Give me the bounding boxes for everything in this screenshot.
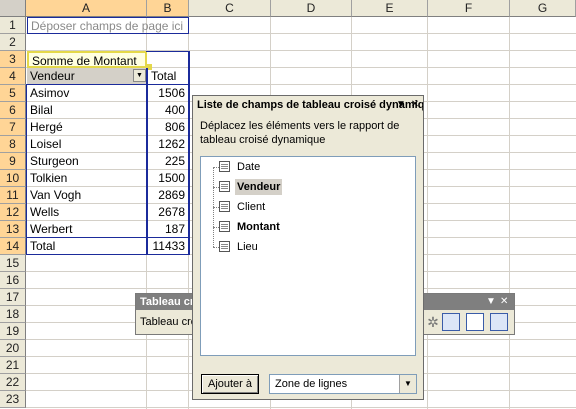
grand-total-value[interactable]: 11433	[148, 238, 188, 254]
window-options-icon[interactable]: ▼	[395, 99, 407, 111]
show-field-list-icon[interactable]	[490, 313, 508, 331]
gridline	[509, 17, 510, 409]
row-header-14[interactable]: 14	[0, 238, 26, 255]
field-list-title[interactable]: Liste de champs de tableau croisé dynami…	[193, 96, 423, 114]
row-header-8[interactable]: 8	[0, 136, 26, 153]
gridline	[427, 17, 428, 409]
row-header-16[interactable]: 16	[0, 272, 26, 289]
field-label: Client	[237, 201, 266, 213]
pivot-border	[146, 51, 190, 52]
seller-name[interactable]: Wells	[27, 204, 146, 220]
column-header-e[interactable]: E	[352, 0, 428, 17]
column-header-b[interactable]: B	[147, 0, 189, 17]
chevron-down-icon[interactable]: ▼	[399, 375, 416, 393]
row-header-10[interactable]: 10	[0, 170, 26, 187]
field-settings-icon[interactable]	[442, 313, 460, 331]
amount-cell[interactable]: 1262	[148, 136, 188, 152]
field-label: Date	[237, 161, 261, 173]
add-to-button[interactable]: Ajouter à	[201, 374, 259, 394]
close-icon[interactable]: ✕	[409, 99, 421, 111]
field-icon	[219, 221, 230, 232]
seller-name[interactable]: Hergé	[27, 119, 146, 135]
field-icon	[219, 181, 230, 192]
pivot-border	[146, 68, 148, 255]
row-header-23[interactable]: 23	[0, 391, 26, 408]
field-label: Montant	[237, 221, 280, 233]
field-tree[interactable]: Date Vendeur Client Montant Lieu	[200, 156, 416, 356]
row-header-2[interactable]: 2	[0, 34, 26, 51]
field-icon	[219, 241, 230, 252]
seller-name[interactable]: Bilal	[27, 102, 146, 118]
field-label: Vendeur	[235, 179, 283, 195]
amount-cell[interactable]: 187	[148, 221, 188, 237]
amount-cell[interactable]: 2678	[148, 204, 188, 220]
row-header-5[interactable]: 5	[0, 85, 26, 102]
pivot-border	[188, 51, 190, 255]
row-header-1[interactable]: 1	[0, 17, 26, 34]
seller-name[interactable]: Werbert	[27, 221, 146, 237]
column-header-g[interactable]: G	[510, 0, 576, 17]
row-header-15[interactable]: 15	[0, 255, 26, 272]
target-area-value: Zone de lignes	[275, 378, 348, 390]
amount-cell[interactable]: 225	[148, 153, 188, 169]
amount-cell[interactable]: 1500	[148, 170, 188, 186]
pivot-border	[146, 84, 190, 85]
pivot-border	[26, 84, 148, 85]
amount-cell[interactable]: 1506	[148, 85, 188, 101]
target-area-select[interactable]: Zone de lignes ▼	[269, 374, 417, 394]
seller-name[interactable]: Tolkien	[27, 170, 146, 186]
select-all-corner[interactable]	[0, 0, 26, 17]
hide-details-icon[interactable]	[466, 313, 484, 331]
row-field-vendeur[interactable]: Vendeur ▼	[27, 68, 147, 84]
column-header-d[interactable]: D	[271, 0, 352, 17]
pivot-border	[26, 84, 27, 255]
field-icon	[219, 201, 230, 212]
page-field-drop-zone[interactable]: Déposer champs de page ici	[27, 17, 189, 34]
row-header-21[interactable]: 21	[0, 357, 26, 374]
field-list-description: Déplacez les éléments vers le rapport de…	[200, 120, 400, 146]
row-header-7[interactable]: 7	[0, 119, 26, 136]
column-header-f[interactable]: F	[428, 0, 510, 17]
gridline	[26, 407, 576, 408]
amount-cell[interactable]: 806	[148, 119, 188, 135]
column-total-header: Total	[151, 69, 177, 83]
row-header-18[interactable]: 18	[0, 306, 26, 323]
row-header-9[interactable]: 9	[0, 153, 26, 170]
row-header-17[interactable]: 17	[0, 289, 26, 306]
column-header-c[interactable]: C	[189, 0, 271, 17]
pivot-field-list-window[interactable]: Liste de champs de tableau croisé dynami…	[192, 95, 424, 400]
toolbar-options-icon[interactable]: ▼	[486, 296, 496, 308]
seller-name[interactable]: Asimov	[27, 85, 146, 101]
pivot-border	[26, 254, 190, 255]
amount-cell[interactable]: 2869	[148, 187, 188, 203]
field-icon	[219, 161, 230, 172]
row-header-13[interactable]: 13	[0, 221, 26, 238]
row-header-11[interactable]: 11	[0, 187, 26, 204]
settings-icon[interactable]: ✲	[424, 313, 442, 331]
field-label: Lieu	[237, 241, 258, 253]
row-header-22[interactable]: 22	[0, 374, 26, 391]
seller-name[interactable]: Loisel	[27, 136, 146, 152]
pivot-border	[26, 237, 190, 238]
row-header-20[interactable]: 20	[0, 340, 26, 357]
close-icon[interactable]: ✕	[500, 296, 508, 308]
row-field-label: Vendeur	[30, 69, 75, 83]
dropdown-arrow-icon[interactable]: ▼	[133, 69, 146, 82]
row-header-4[interactable]: 4	[0, 68, 26, 85]
seller-name[interactable]: Sturgeon	[27, 153, 146, 169]
data-field-cell[interactable]: Somme de Montant	[27, 51, 147, 68]
seller-name[interactable]: Van Vogh	[27, 187, 146, 203]
row-header-3[interactable]: 3	[0, 51, 26, 68]
amount-cell[interactable]: 400	[148, 102, 188, 118]
row-header-12[interactable]: 12	[0, 204, 26, 221]
column-header-a[interactable]: A	[26, 0, 147, 17]
grand-total-label[interactable]: Total	[27, 238, 146, 254]
row-header-19[interactable]: 19	[0, 323, 26, 340]
row-header-6[interactable]: 6	[0, 102, 26, 119]
